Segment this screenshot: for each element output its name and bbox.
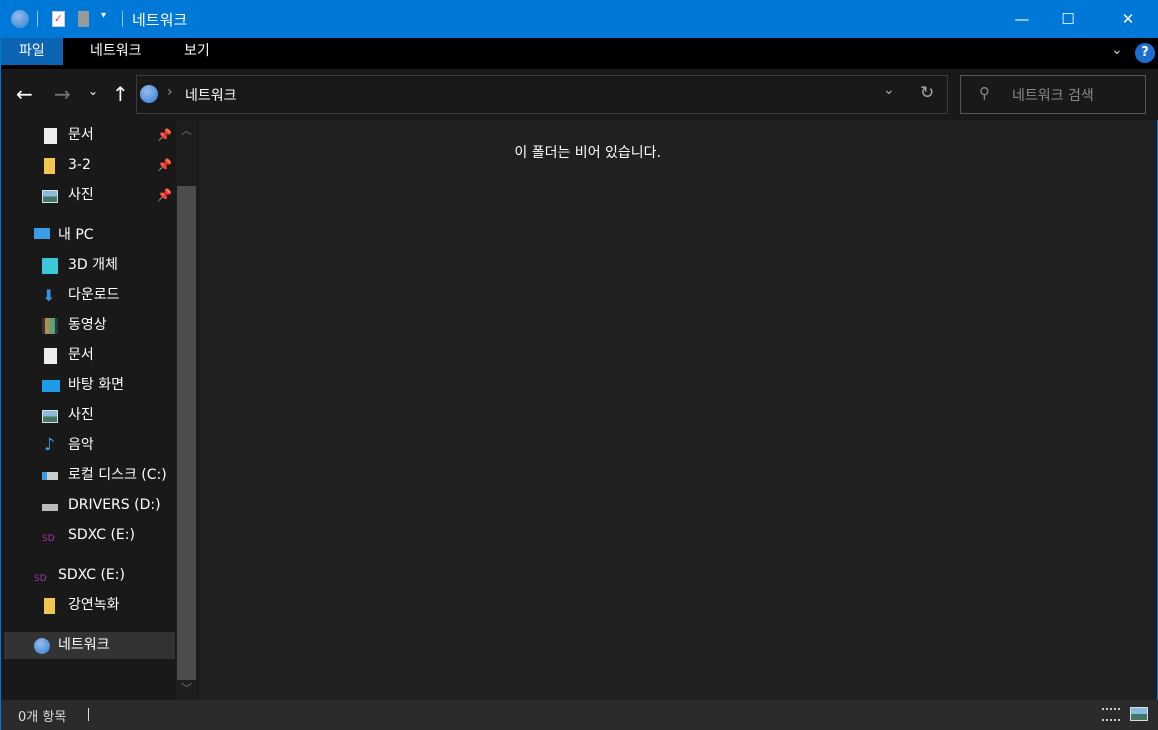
folder-icon	[44, 598, 55, 614]
sidebar-item-music[interactable]: ♪ 음악	[4, 432, 175, 459]
address-path[interactable]: 네트워크	[185, 85, 237, 105]
scroll-down-icon[interactable]: ﹀	[181, 680, 192, 696]
drive-icon	[42, 504, 58, 511]
desktop-icon	[42, 380, 60, 392]
properties-icon[interactable]: ✓	[52, 11, 65, 27]
tab-file[interactable]: 파일	[1, 38, 63, 65]
forward-button[interactable]: →	[54, 82, 71, 106]
customize-toolbar-icon[interactable]: ▾	[101, 10, 106, 21]
file-list[interactable]: 이 폴더는 비어 있습니다.	[199, 120, 1157, 700]
sidebar-item-label: 사진	[68, 187, 94, 203]
local-disk-icon	[42, 472, 58, 480]
sidebar-item-pictures[interactable]: 사진 📌	[4, 182, 175, 209]
sidebar-item-sdxc-e[interactable]: SD SDXC (E:)	[4, 522, 175, 549]
sidebar-item-downloads[interactable]: ⬇ 다운로드	[4, 282, 175, 309]
divider	[37, 11, 38, 27]
maximize-button[interactable]: ☐	[1045, 0, 1091, 38]
sidebar-item-label: 내 PC	[58, 227, 94, 243]
sidebar-item-drivers-d[interactable]: DRIVERS (D:)	[4, 492, 175, 519]
music-icon: ♪	[44, 435, 55, 455]
sidebar-item-label: 강연녹화	[68, 597, 120, 613]
sidebar-item-label: 동영상	[68, 317, 107, 333]
sidebar-item-network[interactable]: 네트워크	[4, 632, 175, 659]
network-icon	[11, 10, 29, 28]
3d-objects-icon	[42, 258, 58, 274]
sidebar-item-3d-objects[interactable]: 3D 개체	[4, 252, 175, 279]
sidebar-item-label: 다운로드	[68, 287, 120, 303]
sidebar-item-label: DRIVERS (D:)	[68, 497, 161, 513]
sd-card-icon: SD	[42, 534, 55, 544]
sidebar-item-label: 3D 개체	[68, 257, 118, 273]
sidebar-item-label: 문서	[68, 127, 94, 143]
search-input[interactable]: 네트워크 검색	[1012, 85, 1094, 105]
pin-icon[interactable]: 📌	[157, 152, 172, 179]
chevron-right-icon: ›	[167, 84, 173, 100]
navigation-pane: 문서 📌 3-2 📌 사진 📌 내 PC 3D 개체 ⬇ 다운로드 동영상 문서 바탕 …	[1, 120, 176, 700]
sidebar-item-label: 문서	[68, 347, 94, 363]
details-view-icon[interactable]	[1102, 708, 1120, 721]
item-count: 0개 항목	[18, 710, 67, 725]
expand-ribbon-icon[interactable]: ⌄	[1111, 42, 1123, 58]
minimize-button[interactable]: —	[999, 0, 1045, 38]
refresh-button[interactable]: ↻	[920, 83, 934, 103]
sidebar-item-documents-pc[interactable]: 문서	[4, 342, 175, 369]
title-bar: ✓ ▾ 네트워크 — ☐ ✕	[1, 0, 1158, 38]
tab-network[interactable]: 네트워크	[72, 38, 160, 65]
sidebar-item-label: SDXC (E:)	[68, 527, 135, 543]
new-folder-icon[interactable]	[78, 11, 89, 27]
large-icons-view-icon[interactable]	[1130, 707, 1148, 721]
document-icon	[44, 348, 57, 364]
sidebar-item-local-disk-c[interactable]: 로컬 디스크 (C:)	[4, 462, 175, 489]
pin-icon[interactable]: 📌	[157, 182, 172, 209]
scroll-up-icon[interactable]: ︿	[181, 122, 192, 138]
search-box[interactable]: ⚲ 네트워크 검색	[960, 75, 1146, 114]
sidebar-item-desktop[interactable]: 바탕 화면	[4, 372, 175, 399]
scrollbar-thumb[interactable]	[177, 186, 196, 680]
up-button[interactable]: ↑	[112, 82, 129, 106]
sidebar-item-label: SDXC (E:)	[58, 567, 125, 583]
help-icon[interactable]: ?	[1135, 43, 1155, 63]
back-button[interactable]: ←	[16, 82, 33, 106]
close-button[interactable]: ✕	[1105, 0, 1151, 38]
sidebar-item-label: 사진	[68, 407, 94, 423]
network-icon	[140, 85, 158, 103]
tab-view[interactable]: 보기	[166, 38, 228, 65]
search-icon: ⚲	[979, 84, 990, 102]
sidebar-scrollbar[interactable]: ︿ ﹀	[176, 120, 197, 700]
sd-card-icon: SD	[34, 574, 47, 584]
sidebar-item-documents[interactable]: 문서 📌	[4, 122, 175, 149]
ribbon-tabs: 파일 네트워크 보기 ⌄ ?	[1, 38, 1158, 69]
download-icon: ⬇	[42, 286, 56, 305]
sidebar-item-pictures-pc[interactable]: 사진	[4, 402, 175, 429]
sidebar-item-label: 3-2	[68, 157, 91, 173]
sidebar-item-sdxc-root[interactable]: SD SDXC (E:)	[4, 562, 175, 589]
sidebar-item-label: 네트워크	[58, 637, 110, 653]
recent-locations-button[interactable]: ⌄	[88, 84, 98, 98]
pin-icon[interactable]: 📌	[157, 122, 172, 149]
sidebar-item-this-pc[interactable]: 내 PC	[4, 222, 175, 249]
pictures-icon	[42, 190, 58, 203]
sidebar-item-lecture-recording[interactable]: 강연녹화	[4, 592, 175, 619]
network-icon	[34, 638, 50, 654]
address-bar[interactable]: › 네트워크 ⌄ ↻	[136, 75, 948, 114]
address-dropdown-icon[interactable]: ⌄	[883, 82, 895, 98]
sidebar-item-videos[interactable]: 동영상	[4, 312, 175, 339]
pictures-icon	[42, 410, 58, 423]
navigation-bar: ← → ⌄ ↑ › 네트워크 ⌄ ↻ ⚲ 네트워크 검색	[1, 69, 1158, 120]
pc-icon	[34, 228, 50, 239]
sidebar-item-3-2[interactable]: 3-2 📌	[4, 152, 175, 179]
videos-icon	[42, 318, 58, 334]
sidebar-item-label: 바탕 화면	[68, 377, 124, 393]
status-divider	[88, 708, 89, 721]
empty-folder-message: 이 폴더는 비어 있습니다.	[514, 145, 661, 161]
folder-icon	[44, 158, 55, 174]
status-bar: 0개 항목	[1, 700, 1158, 730]
document-icon	[44, 128, 57, 144]
divider	[122, 11, 123, 27]
window-title: 네트워크	[132, 11, 188, 29]
sidebar-item-label: 음악	[68, 437, 94, 453]
sidebar-item-label: 로컬 디스크 (C:)	[68, 467, 167, 483]
